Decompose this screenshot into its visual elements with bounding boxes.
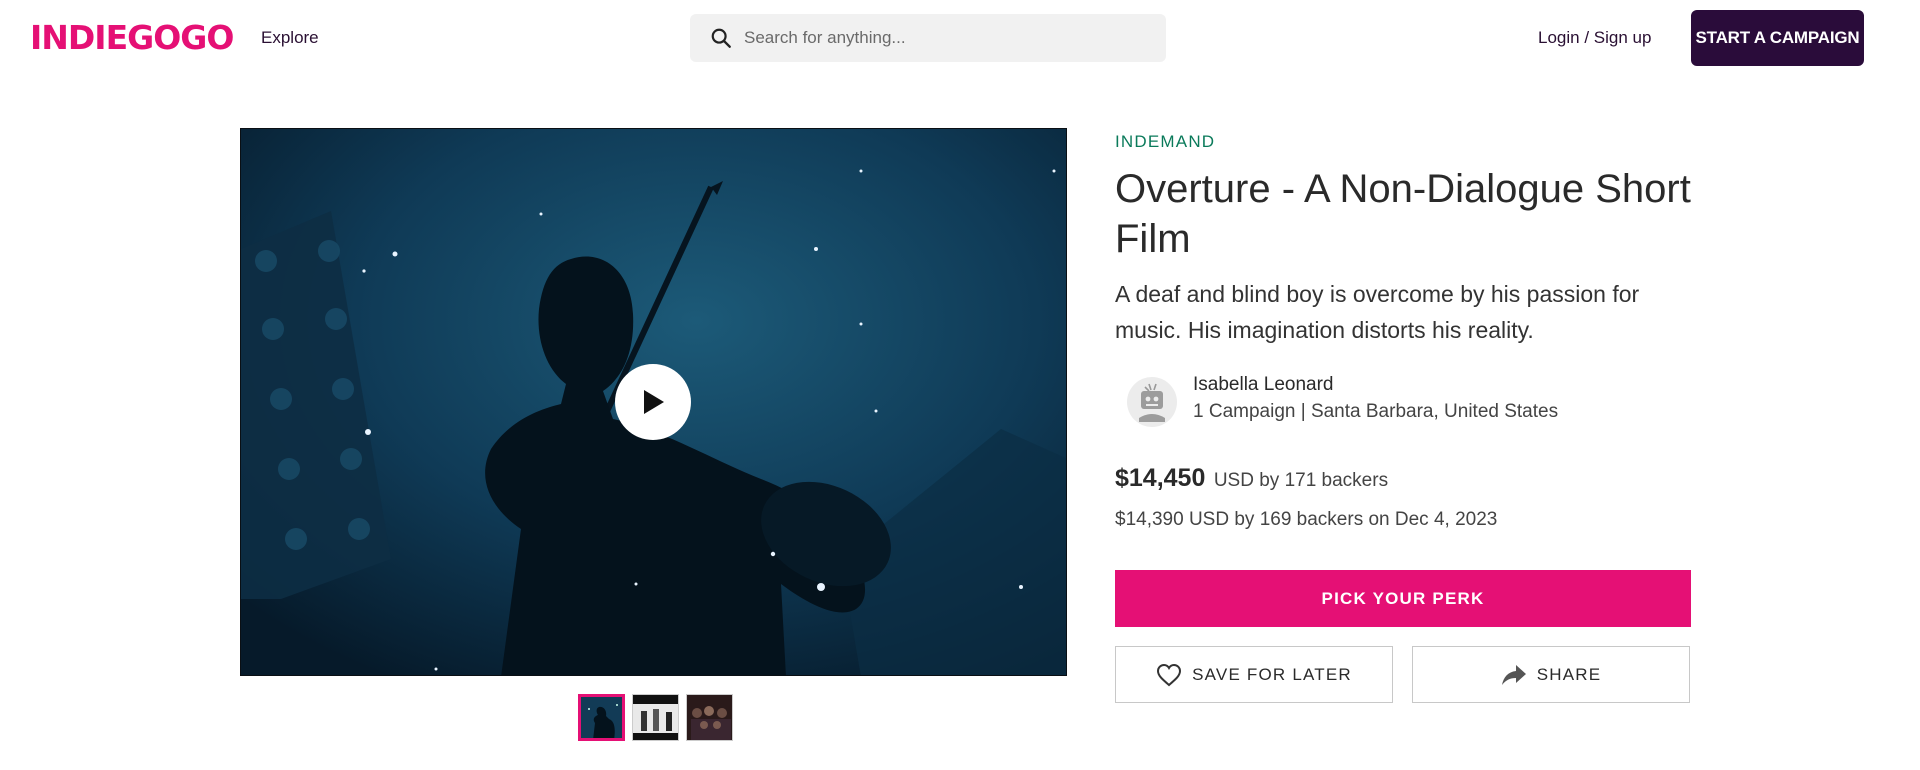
pick-your-perk-button[interactable]: PICK YOUR PERK	[1115, 570, 1691, 627]
robot-avatar-icon	[1139, 383, 1165, 422]
funding-previous: $14,390 USD by 169 backers on Dec 4, 202…	[1115, 509, 1498, 530]
campaign-tag: INDEMAND	[1115, 132, 1216, 151]
save-for-later-button[interactable]: SAVE FOR LATER	[1115, 646, 1393, 703]
explore-link[interactable]: Explore	[261, 27, 319, 49]
campaign-owner[interactable]: Isabella Leonard 1 Campaign | Santa Barb…	[1115, 372, 1691, 427]
share-icon	[1501, 664, 1526, 685]
funding-backers: USD by 171 backers	[1213, 470, 1389, 491]
share-button[interactable]: SHARE	[1412, 646, 1690, 703]
media-thumbnails	[578, 694, 733, 741]
campaign-subtitle: A deaf and blind boy is overcome by his …	[1115, 281, 1640, 343]
save-for-later-label: SAVE FOR LATER	[1192, 664, 1352, 684]
avatar[interactable]	[1127, 377, 1177, 427]
funding-summary: $14,450 USD by 171 backers	[1115, 461, 1691, 499]
site-header: INDIEGOGO Explore Login / Sign up START …	[0, 0, 1920, 76]
share-label: SHARE	[1536, 664, 1602, 684]
heart-icon	[1157, 663, 1182, 686]
thumbnail-2-image	[633, 695, 678, 740]
campaign-video[interactable]	[240, 128, 1067, 676]
thumbnail-2[interactable]	[632, 694, 679, 741]
play-button[interactable]	[615, 364, 691, 440]
start-campaign-button[interactable]: START A CAMPAIGN	[1691, 10, 1864, 66]
thumbnail-3-image	[687, 695, 732, 740]
login-signup-link[interactable]: Login / Sign up	[1538, 27, 1651, 49]
owner-details: Isabella Leonard 1 Campaign | Santa Barb…	[1193, 372, 1558, 426]
owner-meta: 1 Campaign | Santa Barbara, United State…	[1193, 401, 1559, 422]
search-icon	[711, 28, 731, 48]
campaign-actions: SAVE FOR LATER SHARE	[1115, 646, 1691, 703]
thumbnail-1-image	[581, 697, 622, 738]
owner-name[interactable]: Isabella Leonard	[1193, 372, 1558, 398]
indiegogo-logo[interactable]: INDIEGOGO	[30, 18, 234, 58]
campaign-title: Overture - A Non-Dialogue Short Film	[1115, 167, 1691, 261]
search-bar[interactable]	[690, 14, 1166, 62]
campaign-info: INDEMAND Overture - A Non-Dialogue Short…	[1115, 128, 1691, 703]
play-icon	[644, 390, 664, 414]
thumbnail-3[interactable]	[686, 694, 733, 741]
thumbnail-1[interactable]	[578, 694, 625, 741]
funding-amount: $14,450	[1115, 464, 1206, 492]
search-input[interactable]	[744, 28, 1144, 48]
